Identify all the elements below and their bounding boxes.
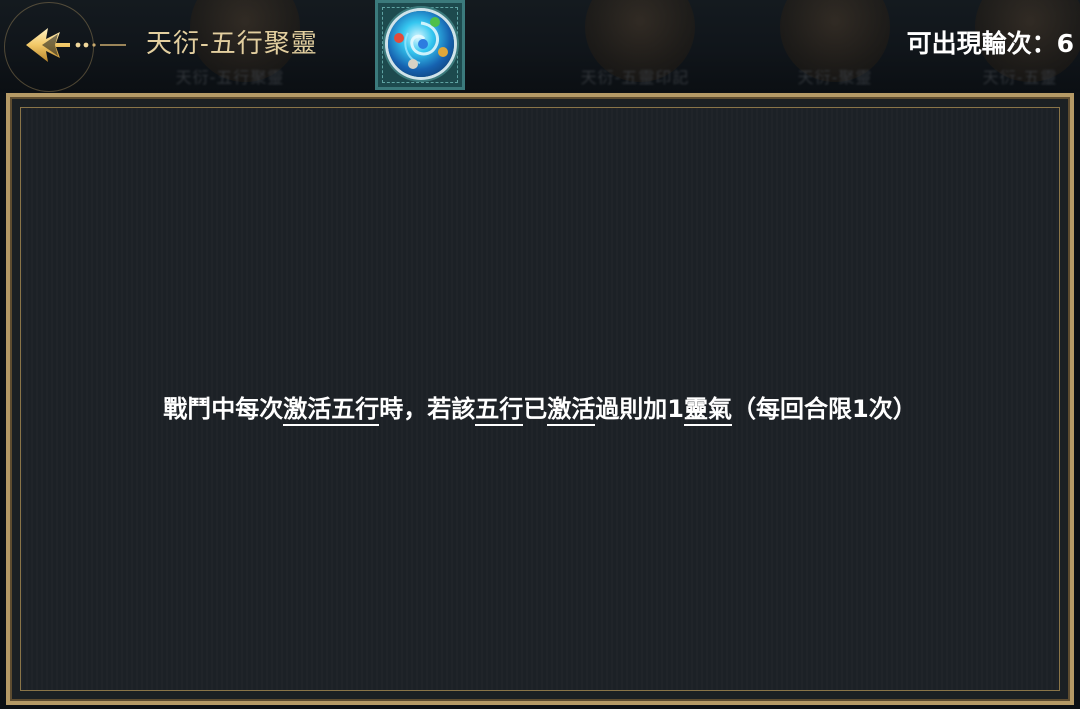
background-card-label: 天衍-聚靈 bbox=[797, 68, 873, 87]
keyword-five-elements[interactable]: 五行 bbox=[475, 395, 524, 426]
description-text: 時，若該 bbox=[379, 395, 476, 423]
back-button[interactable] bbox=[14, 10, 129, 80]
description-panel: 戰鬥中每次激活五行時，若該五行已激活過則加1靈氣（每回合限1次） bbox=[6, 93, 1074, 705]
background-card-label: 天衍-五行聚靈 bbox=[175, 68, 285, 87]
available-rounds-label: 可出現輪次：6 bbox=[906, 29, 1074, 58]
page-title: 天衍-五行聚靈 bbox=[146, 29, 318, 59]
description-text: 過則加1 bbox=[595, 395, 684, 423]
five-elements-orb-icon bbox=[388, 11, 454, 77]
back-arrow-icon bbox=[26, 28, 126, 62]
description-text: 戰鬥中每次 bbox=[163, 395, 284, 423]
description-panel-inner: 戰鬥中每次激活五行時，若該五行已激活過則加1靈氣（每回合限1次） bbox=[20, 107, 1060, 691]
description-text: 已 bbox=[523, 395, 548, 423]
background-card-label: 天衍-五靈印記 bbox=[580, 68, 690, 87]
background-card-label: 天衍-五靈 bbox=[982, 68, 1058, 87]
emblem-frame[interactable] bbox=[375, 0, 465, 90]
keyword-spirit-energy[interactable]: 靈氣 bbox=[684, 395, 732, 426]
description-text: （每回合限1次） bbox=[732, 395, 917, 423]
keyword-activate[interactable]: 激活 bbox=[547, 395, 596, 426]
skill-description: 戰鬥中每次激活五行時，若該五行已激活過則加1靈氣（每回合限1次） bbox=[21, 392, 1059, 426]
keyword-activate-five-elements[interactable]: 激活五行 bbox=[283, 395, 380, 426]
top-bar: 天衍-五行聚靈 天衍-五靈印記 天衍-聚靈 天衍-五靈 天衍-五行聚靈 可出現輪… bbox=[0, 0, 1080, 92]
